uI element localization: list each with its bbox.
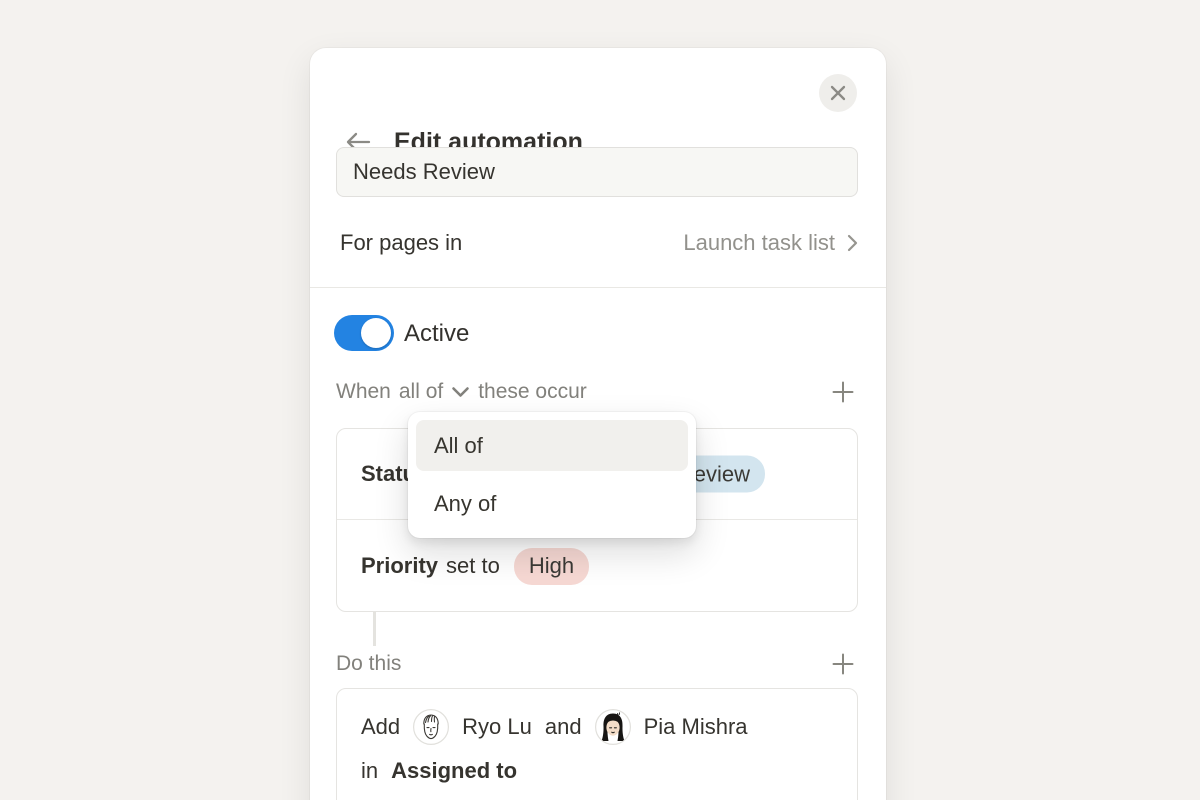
plus-icon	[831, 380, 855, 404]
action-label: Do this	[336, 652, 401, 676]
chevron-right-icon	[847, 234, 858, 252]
action-header: Do this	[336, 650, 858, 678]
scope-selector[interactable]: Launch task list	[683, 230, 858, 256]
add-trigger-button[interactable]	[828, 377, 858, 407]
action-target-property: Assigned to	[391, 758, 517, 784]
edit-automation-dialog: Edit automation For pages in Launch task…	[310, 48, 886, 800]
person-name: Ryo Lu	[462, 714, 532, 740]
close-icon	[830, 85, 846, 101]
action-conjunction: and	[545, 714, 582, 740]
active-toggle[interactable]	[334, 315, 394, 351]
close-button[interactable]	[819, 74, 857, 112]
add-action-button[interactable]	[828, 649, 858, 679]
scope-value: Launch task list	[683, 230, 835, 256]
scope-label: For pages in	[340, 230, 462, 256]
flow-connector-line	[373, 612, 376, 646]
ryo-avatar	[413, 709, 449, 745]
action-verb: Add	[361, 714, 400, 740]
action-card[interactable]: Add	[336, 688, 858, 800]
action-line-1: Add	[361, 705, 833, 749]
trigger-prefix: When	[336, 380, 391, 404]
active-toggle-label: Active	[404, 320, 469, 348]
trigger-operator-control[interactable]: When all of these occur	[336, 380, 587, 404]
section-divider	[310, 287, 886, 288]
condition-property: Priority	[361, 553, 438, 579]
plus-icon	[831, 652, 855, 676]
dropdown-item-all-of[interactable]: All of	[416, 420, 688, 471]
trigger-header: When all of these occur	[336, 378, 858, 406]
condition-verb: set to	[446, 553, 500, 579]
pia-avatar	[595, 709, 631, 745]
trigger-suffix: these occur	[478, 380, 587, 404]
trigger-operator-value: all of	[399, 380, 443, 404]
action-line-2: in Assigned to	[361, 749, 833, 793]
automation-name-input[interactable]	[336, 147, 858, 197]
toggle-knob	[361, 318, 391, 348]
person-name: Pia Mishra	[644, 714, 748, 740]
chevron-down-icon	[451, 386, 470, 398]
operator-dropdown-menu: All of Any of	[408, 412, 696, 538]
page-background: Edit automation For pages in Launch task…	[0, 0, 1200, 800]
priority-value-pill[interactable]: High	[514, 548, 589, 585]
action-preposition: in	[361, 758, 378, 784]
dropdown-item-any-of[interactable]: Any of	[416, 478, 688, 529]
scope-row: For pages in Launch task list	[340, 226, 858, 260]
